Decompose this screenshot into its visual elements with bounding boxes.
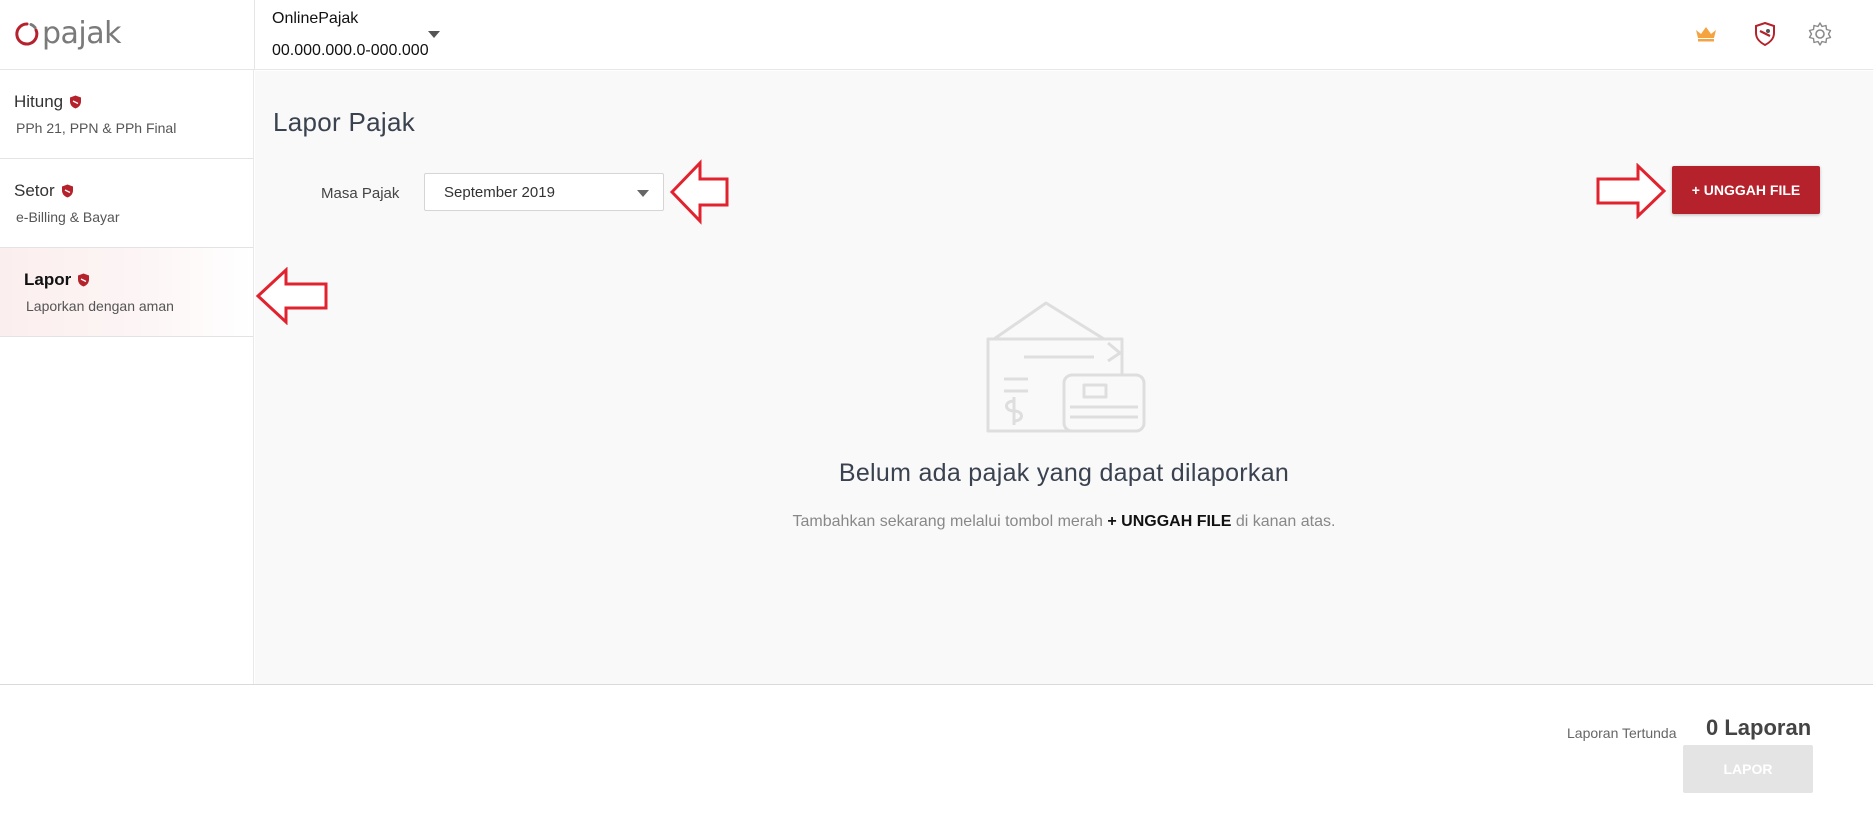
app-header: pajak OnlinePajak 00.000.000.0-000.000 <box>0 0 1873 70</box>
crown-icon[interactable] <box>1692 20 1720 48</box>
pending-reports-label: Laporan Tertunda <box>1567 725 1677 741</box>
upload-file-button[interactable]: + UNGGAH FILE <box>1672 166 1820 214</box>
company-name: OnlinePajak <box>272 10 359 27</box>
footer-bar: Laporan Tertunda 0 Laporan LAPOR <box>0 684 1873 833</box>
sidebar-item-title-wrap: Lapor <box>24 270 90 290</box>
logo-text: pajak <box>42 16 122 51</box>
empty-state-title: Belum ada pajak yang dapat dilaporkan <box>838 459 1290 487</box>
sidebar-item-setor[interactable]: Setor e-Billing & Bayar <box>0 159 253 248</box>
chevron-down-icon[interactable] <box>428 31 440 38</box>
empty-document-icon <box>986 301 1146 433</box>
lapor-button[interactable]: LAPOR <box>1683 745 1813 793</box>
onlinepajak-logo[interactable]: pajak <box>14 14 122 54</box>
shield-icon <box>61 184 73 198</box>
sidebar-item-subtitle: PPh 21, PPN & PPh Final <box>16 120 177 136</box>
main-content: Lapor Pajak Masa Pajak September 2019 + … <box>255 71 1873 685</box>
empty-desc-prefix: Tambahkan sekarang melalui tombol merah <box>792 513 1108 530</box>
header-divider <box>254 0 255 70</box>
gear-icon[interactable] <box>1806 20 1834 48</box>
security-shield-icon[interactable] <box>1751 20 1779 48</box>
empty-desc-suffix: di kanan atas. <box>1231 513 1336 530</box>
logo-mark-icon <box>15 22 39 46</box>
sidebar-item-title: Lapor <box>24 270 72 289</box>
annotation-arrow-left-icon <box>255 267 328 325</box>
annotation-arrow-right-icon <box>1596 163 1667 219</box>
shield-icon <box>70 95 82 109</box>
masa-pajak-value: September 2019 <box>444 184 555 201</box>
empty-desc-bold: + UNGGAH FILE <box>1107 513 1232 530</box>
masa-pajak-label: Masa Pajak <box>321 185 400 202</box>
sidebar-item-lapor[interactable]: Lapor Laporkan dengan aman <box>0 248 253 337</box>
sidebar-item-title: Hitung <box>14 92 64 111</box>
company-npwp: 00.000.000.0-000.000 <box>272 42 429 59</box>
pending-reports-count: 0 Laporan <box>1706 715 1812 740</box>
shield-icon <box>78 273 90 287</box>
sidebar-item-title-wrap: Hitung <box>14 92 82 112</box>
sidebar-item-subtitle: Laporkan dengan aman <box>26 298 174 314</box>
empty-state-description: Tambahkan sekarang melalui tombol merah … <box>255 513 1873 531</box>
masa-pajak-select[interactable]: September 2019 <box>424 173 664 211</box>
sidebar-item-title-wrap: Setor <box>14 181 74 201</box>
sidebar-item-subtitle: e-Billing & Bayar <box>16 209 120 225</box>
sidebar: Hitung PPh 21, PPN & PPh Final Setor e-B… <box>0 70 254 685</box>
sidebar-item-title: Setor <box>14 181 55 200</box>
annotation-arrow-left-icon <box>669 159 729 225</box>
page-title: Lapor Pajak <box>273 107 416 137</box>
company-selector[interactable]: OnlinePajak 00.000.000.0-000.000 <box>272 10 429 60</box>
chevron-down-icon <box>637 190 649 197</box>
sidebar-item-hitung[interactable]: Hitung PPh 21, PPN & PPh Final <box>0 70 253 159</box>
